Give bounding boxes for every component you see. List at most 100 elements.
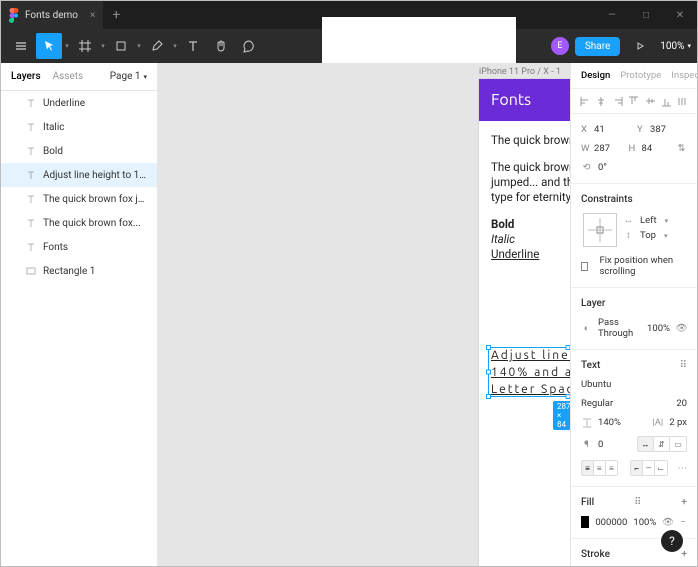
letter-spacing-input[interactable]: 2 px xyxy=(669,417,687,428)
layer-opacity-input[interactable]: 100% xyxy=(647,323,670,334)
share-button[interactable]: Share xyxy=(575,37,620,56)
align-left-button[interactable] xyxy=(577,93,593,109)
layer-item[interactable]: Adjust line height to 140% an... xyxy=(1,163,157,187)
align-right-button[interactable] xyxy=(610,93,626,109)
canvas-frame[interactable]: Fonts The quick brown fox... The quick b… xyxy=(479,79,570,566)
comment-tool[interactable] xyxy=(236,33,262,59)
text-block-2[interactable]: The quick brown fox jumped... and then w… xyxy=(491,160,570,205)
fix-position-checkbox[interactable] xyxy=(581,262,588,271)
remove-fill-button[interactable]: − xyxy=(679,517,687,528)
window-minimize-button[interactable]: — xyxy=(595,1,629,29)
handle-sw[interactable] xyxy=(486,394,491,399)
fill-hex-input[interactable]: 000000 xyxy=(595,517,627,528)
fill-opacity-input[interactable]: 100% xyxy=(633,517,656,528)
avatar[interactable]: E xyxy=(551,37,569,55)
text-italic[interactable]: Italic xyxy=(491,232,570,247)
selection-box[interactable]: Adjust line height to 140% and add 2 px … xyxy=(488,347,570,397)
align-right-icon[interactable]: ≡ xyxy=(606,461,618,475)
v-constraint-select[interactable]: Top xyxy=(640,230,656,241)
text-options-button[interactable]: ⋯ xyxy=(678,463,688,474)
handle-s[interactable] xyxy=(566,394,571,399)
font-size-input[interactable]: 20 xyxy=(676,398,687,409)
align-top-button[interactable] xyxy=(626,93,642,109)
close-tab-icon[interactable]: × xyxy=(90,10,95,21)
pen-tool[interactable] xyxy=(144,33,170,59)
menu-button[interactable] xyxy=(8,33,34,59)
text-tool[interactable] xyxy=(180,33,206,59)
layer-item[interactable]: Rectangle 1 xyxy=(1,259,157,283)
inspect-tab[interactable]: Inspect xyxy=(671,70,697,81)
shape-tool[interactable] xyxy=(108,33,134,59)
page-dropdown[interactable]: Page 1 ▾ xyxy=(110,71,147,82)
help-fab[interactable]: ? xyxy=(661,530,683,552)
selected-text-layer[interactable]: Adjust line height to 140% and add 2 px … xyxy=(489,348,570,398)
move-tool-chevron-icon[interactable]: ▾ xyxy=(63,42,71,50)
valign-bottom-icon[interactable]: ⌙ xyxy=(655,461,667,475)
text-underline[interactable]: Underline xyxy=(491,247,570,262)
paragraph-spacing-input[interactable]: 0 xyxy=(598,439,631,450)
frame-tool-chevron-icon[interactable]: ▾ xyxy=(99,42,107,50)
align-bottom-button[interactable] xyxy=(658,93,674,109)
layer-item[interactable]: The quick brown fox... xyxy=(1,211,157,235)
shape-tool-chevron-icon[interactable]: ▾ xyxy=(135,42,143,50)
fill-swatch[interactable] xyxy=(581,516,589,528)
fill-visibility-icon[interactable]: 👁 xyxy=(662,517,673,528)
hand-tool[interactable] xyxy=(208,33,234,59)
move-tool[interactable] xyxy=(36,33,62,59)
layer-item[interactable]: Italic xyxy=(1,115,157,139)
window-maximize-button[interactable]: □ xyxy=(629,1,663,29)
canvas-frame-label[interactable]: iPhone 11 Pro / X - 1 xyxy=(479,67,561,77)
visibility-icon[interactable]: 👁 xyxy=(676,323,687,334)
layers-tab[interactable]: Layers xyxy=(11,71,41,82)
design-tab[interactable]: Design xyxy=(581,70,610,81)
align-vcenter-button[interactable] xyxy=(642,93,658,109)
new-tab-button[interactable]: + xyxy=(103,7,129,23)
y-input[interactable]: 387 xyxy=(650,124,666,135)
canvas[interactable]: iPhone 11 Pro / X - 1 Fonts The quick br… xyxy=(158,63,570,566)
handle-nw[interactable] xyxy=(486,345,491,350)
auto-height-icon[interactable]: ⇵ xyxy=(654,437,670,451)
text-styles-icon[interactable]: ⠿ xyxy=(680,360,687,371)
auto-width-icon[interactable]: ↔ xyxy=(638,437,654,451)
align-left-icon[interactable]: ≡ xyxy=(582,461,594,475)
zoom-dropdown[interactable]: 100%▾ xyxy=(660,41,691,52)
align-hcenter-button[interactable] xyxy=(593,93,609,109)
file-tab[interactable]: Fonts demo × xyxy=(1,1,103,29)
valign-top-icon[interactable]: ⌐ xyxy=(631,461,643,475)
window-close-button[interactable]: ✕ xyxy=(663,1,697,29)
assets-tab[interactable]: Assets xyxy=(53,71,84,82)
blend-mode-select[interactable]: Pass Through xyxy=(598,317,641,339)
layer-item[interactable]: Fonts xyxy=(1,235,157,259)
fixed-size-icon[interactable]: ▭ xyxy=(670,437,686,451)
frame-header-text[interactable]: Fonts xyxy=(491,91,531,109)
distribute-button[interactable] xyxy=(675,93,691,109)
present-button[interactable] xyxy=(627,33,653,59)
text-resize-segment[interactable]: ↔⇵▭ xyxy=(637,436,687,452)
text-valign-segment[interactable]: ⌐―⌙ xyxy=(630,460,667,476)
font-family-select[interactable]: Ubuntu xyxy=(581,379,611,390)
line-height-input[interactable]: 140% xyxy=(598,417,646,428)
handle-w[interactable] xyxy=(486,370,491,375)
layer-item[interactable]: Underline xyxy=(1,91,157,115)
x-input[interactable]: 41 xyxy=(594,124,605,135)
font-weight-select[interactable]: Regular xyxy=(581,398,670,409)
h-constraint-select[interactable]: Left xyxy=(640,215,657,226)
add-fill-button[interactable]: + xyxy=(681,497,687,508)
rotation-input[interactable]: 0° xyxy=(598,162,607,173)
layer-item[interactable]: Bold xyxy=(1,139,157,163)
pen-tool-chevron-icon[interactable]: ▾ xyxy=(171,42,179,50)
text-block-1[interactable]: The quick brown fox... xyxy=(491,133,570,148)
w-input[interactable]: 287 xyxy=(594,143,610,154)
valign-middle-icon[interactable]: ― xyxy=(643,461,655,475)
h-input[interactable]: 84 xyxy=(642,143,653,154)
layer-item[interactable]: The quick brown fox jumped...... xyxy=(1,187,157,211)
text-align-segment[interactable]: ≡≡≡ xyxy=(581,460,618,476)
fill-style-icon[interactable]: ⠿ xyxy=(634,497,641,508)
add-stroke-button[interactable]: + xyxy=(681,549,687,560)
handle-n[interactable] xyxy=(566,345,571,350)
constraints-widget[interactable]: + xyxy=(583,213,617,247)
prototype-tab[interactable]: Prototype xyxy=(620,70,661,81)
frame-tool[interactable] xyxy=(72,33,98,59)
constrain-icon[interactable]: ⇅ xyxy=(676,143,687,154)
align-center-icon[interactable]: ≡ xyxy=(594,461,606,475)
